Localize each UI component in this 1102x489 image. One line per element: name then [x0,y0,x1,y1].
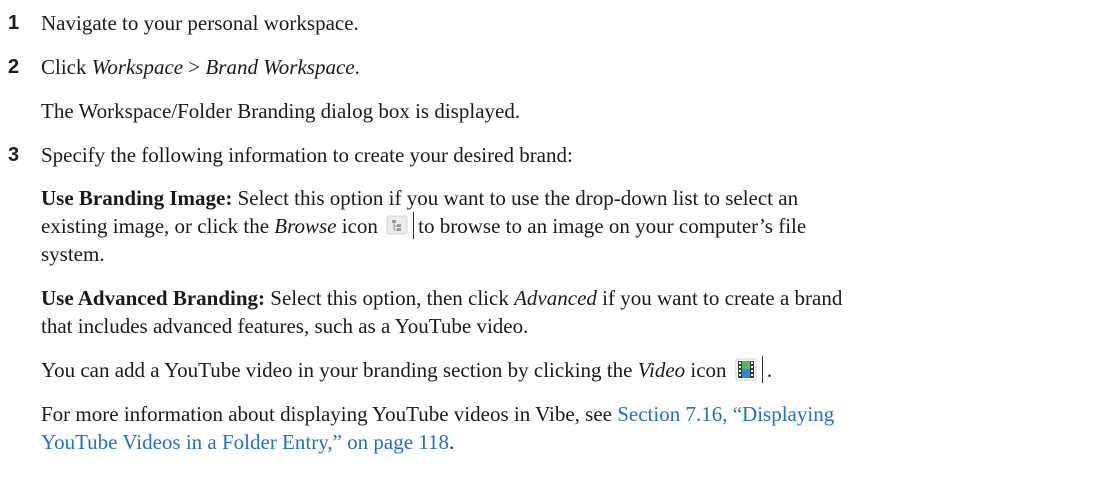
video-word: Video [637,358,686,382]
section-link-continued[interactable]: YouTube Videos in a Folder Entry,” on pa… [41,430,449,454]
step-text: Click Workspace > Brand Workspace. [41,53,360,82]
advanced-branding-line-1: Use Advanced Branding: Select this optio… [41,284,1096,312]
step-text-prefix: Click [41,55,92,79]
line-end: . [766,358,773,382]
menu-separator: > [183,55,206,79]
result-text: The Workspace/Folder Branding dialog box… [41,99,521,123]
step-2-result: The Workspace/Folder Branding dialog box… [41,97,1096,125]
option-label: Use Advanced Branding: [41,286,266,310]
menu-workspace: Workspace [91,55,184,79]
option-description: Select this option, then click [265,286,515,310]
line-text: For more information about displaying Yo… [41,402,618,426]
step-number: 3 [8,144,20,166]
branding-image-line-2: existing image, or click the Browse icon… [41,212,1096,240]
browse-word: Browse [274,214,337,238]
line-text: to browse to an image on your computer’s… [418,214,807,238]
video-paragraph: You can add a YouTube video in your bran… [41,356,1096,384]
more-info-line-1: For more information about displaying Yo… [41,400,1096,428]
more-info-line-2: YouTube Videos in a Folder Entry,” on pa… [41,428,1096,456]
line-text: You can add a YouTube video in your bran… [41,358,638,382]
browse-tree-icon [385,212,409,238]
step-number: 1 [8,12,20,34]
icon-divider [761,356,763,383]
video-film-icon [734,356,758,382]
advanced-branding-line-2: that includes advanced features, such as… [41,314,529,338]
branding-image-option: Use Branding Image: Select this option i… [41,184,1096,268]
line-end: . [449,430,455,454]
branding-image-line-1: Use Branding Image: Select this option i… [41,184,1096,212]
step-text: Specify the following information to cre… [41,143,573,167]
step-text: Navigate to your personal workspace. [41,11,359,35]
line-text: icon [685,358,732,382]
video-line: You can add a YouTube video in your bran… [41,356,1096,384]
branding-image-line-3: system. [41,242,105,266]
advanced-branding-option: Use Advanced Branding: Select this optio… [41,284,1096,340]
option-description-end: if you want to create a brand [596,286,843,310]
line-text: existing image, or click the [41,214,275,238]
icon-divider [413,212,415,239]
line-text: icon [336,214,384,238]
menu-brand-workspace: Brand Workspace [205,55,355,79]
step-text-suffix: . [354,55,360,79]
option-label: Use Branding Image: [41,186,233,210]
step-number: 2 [8,56,20,78]
section-link[interactable]: Section 7.16, “Displaying [617,402,834,426]
advanced-word: Advanced [514,286,597,310]
option-description: Select this option if you want to use th… [232,186,799,210]
more-info-paragraph: For more information about displaying Yo… [41,400,1096,456]
